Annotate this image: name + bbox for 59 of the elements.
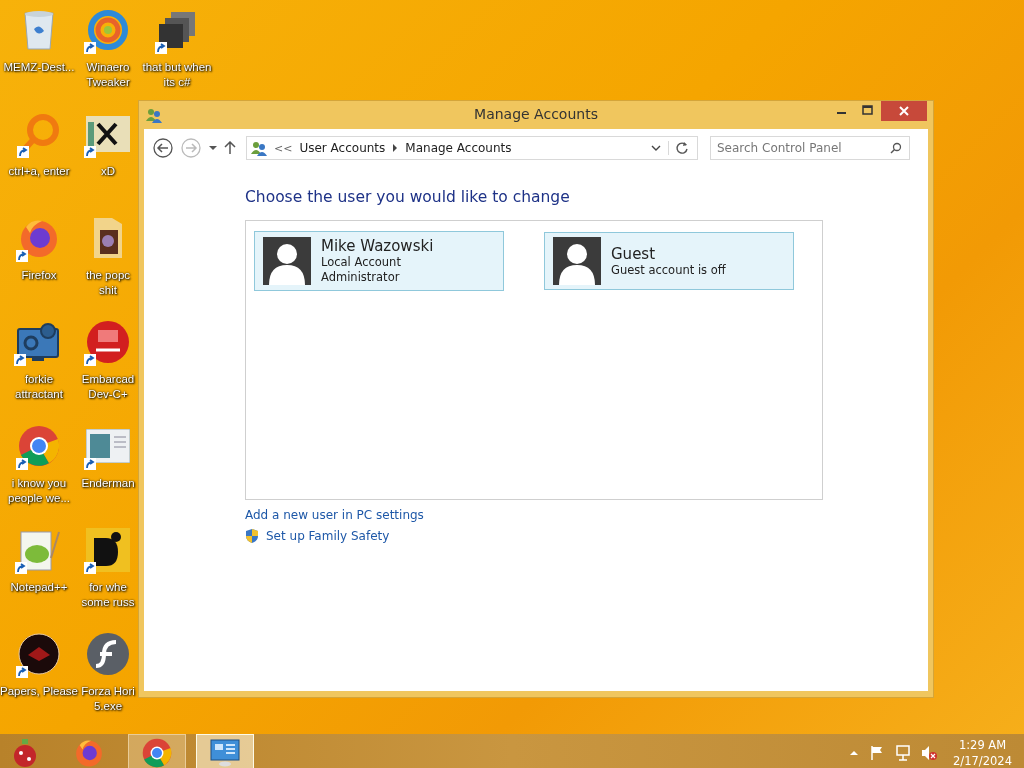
account-detail: Guest account is off bbox=[611, 262, 726, 278]
window-title: Manage Accounts bbox=[474, 106, 598, 122]
desktop-icon-label[interactable]: Firefox bbox=[21, 268, 57, 283]
account-tile[interactable]: Mike Wazowski Local Account Administrator bbox=[254, 231, 504, 291]
breadcrumb-item[interactable]: User Accounts bbox=[299, 141, 386, 155]
window-screenshot-icon[interactable] bbox=[86, 429, 130, 463]
desktop-icon-label[interactable]: Winaero Tweaker bbox=[86, 60, 130, 90]
recycle-bin-icon[interactable] bbox=[22, 9, 56, 51]
link[interactable]: Add a new user in PC settings bbox=[245, 508, 424, 522]
taskbar-button[interactable] bbox=[128, 734, 186, 768]
desktop-icon-label[interactable]: xD bbox=[100, 164, 116, 179]
address-bar[interactable]: << User Accounts Manage Accounts bbox=[246, 136, 698, 160]
clock-time: 1:29 AM bbox=[958, 737, 1007, 753]
account-tile[interactable]: Guest Guest account is off bbox=[544, 232, 794, 290]
account-name: Guest bbox=[611, 244, 657, 263]
desktop-icon-label[interactable]: Forza Hori 5.exe bbox=[81, 684, 135, 714]
speaker-muted-icon[interactable] bbox=[921, 745, 938, 761]
account-detail: Administrator bbox=[321, 270, 401, 285]
clock-date: 2/17/2024 bbox=[953, 753, 1012, 768]
dropdown-chevron-icon[interactable] bbox=[651, 145, 661, 151]
account-detail: Local Account bbox=[321, 255, 402, 270]
up-arrow-icon[interactable] bbox=[224, 141, 236, 155]
page-heading: Choose the user you would like to change bbox=[245, 188, 571, 206]
network-icon[interactable] bbox=[895, 745, 912, 761]
desktop-icon-label[interactable]: forkie attractant bbox=[15, 372, 63, 402]
monitor-gears-icon[interactable] bbox=[16, 321, 62, 363]
breadcrumb-item[interactable]: Manage Accounts bbox=[405, 141, 512, 155]
desktop-icon-label[interactable]: MEMZ-Dest... bbox=[3, 60, 75, 75]
refresh-icon[interactable] bbox=[668, 141, 689, 155]
desktop-icon-label[interactable]: Enderman bbox=[81, 476, 135, 491]
shield-icon bbox=[245, 528, 259, 544]
desktop-icon-label[interactable]: that but when its c# bbox=[142, 60, 212, 90]
taskbar-button[interactable] bbox=[196, 734, 254, 768]
desktop-icon-label[interactable]: for whe some russ bbox=[81, 580, 135, 610]
user-silhouette-icon bbox=[553, 237, 601, 285]
search-icon bbox=[890, 142, 902, 154]
search-field[interactable]: Search Control Panel bbox=[710, 136, 910, 160]
desktop-icon-label[interactable]: the popc shit bbox=[85, 268, 131, 298]
dropdown-caret-icon[interactable] bbox=[208, 145, 218, 151]
users-icon bbox=[146, 107, 162, 123]
desktop-icon-label[interactable]: Notepad++ bbox=[10, 580, 68, 595]
user-silhouette-icon bbox=[263, 237, 311, 285]
clock[interactable]: 1:29 AM 2/17/2024 bbox=[953, 737, 1012, 768]
desktop-icon-label[interactable]: Papers, Please bbox=[0, 684, 78, 699]
desktop-icon-label[interactable]: ctrl+a, enter bbox=[8, 164, 70, 179]
desktop-icon-label[interactable]: Embarcad Dev-C+ bbox=[81, 372, 135, 402]
back-icon[interactable] bbox=[152, 137, 174, 159]
dark-emblem-icon[interactable] bbox=[18, 633, 60, 675]
link[interactable]: Set up Family Safety bbox=[266, 529, 390, 543]
account-name: Mike Wazowski bbox=[321, 237, 434, 255]
stacked-windows-icon[interactable] bbox=[157, 10, 197, 50]
control-panel-icon bbox=[210, 739, 240, 767]
desktop-icon-label[interactable]: i know you people we... bbox=[8, 476, 70, 506]
breadcrumb-overflow[interactable]: << bbox=[274, 141, 293, 155]
close-icon[interactable] bbox=[881, 101, 927, 121]
ornament-icon bbox=[12, 738, 38, 768]
users-icon bbox=[251, 140, 267, 156]
breadcrumb-separator-icon bbox=[392, 144, 399, 152]
show-hidden-icons-icon[interactable] bbox=[849, 750, 860, 756]
